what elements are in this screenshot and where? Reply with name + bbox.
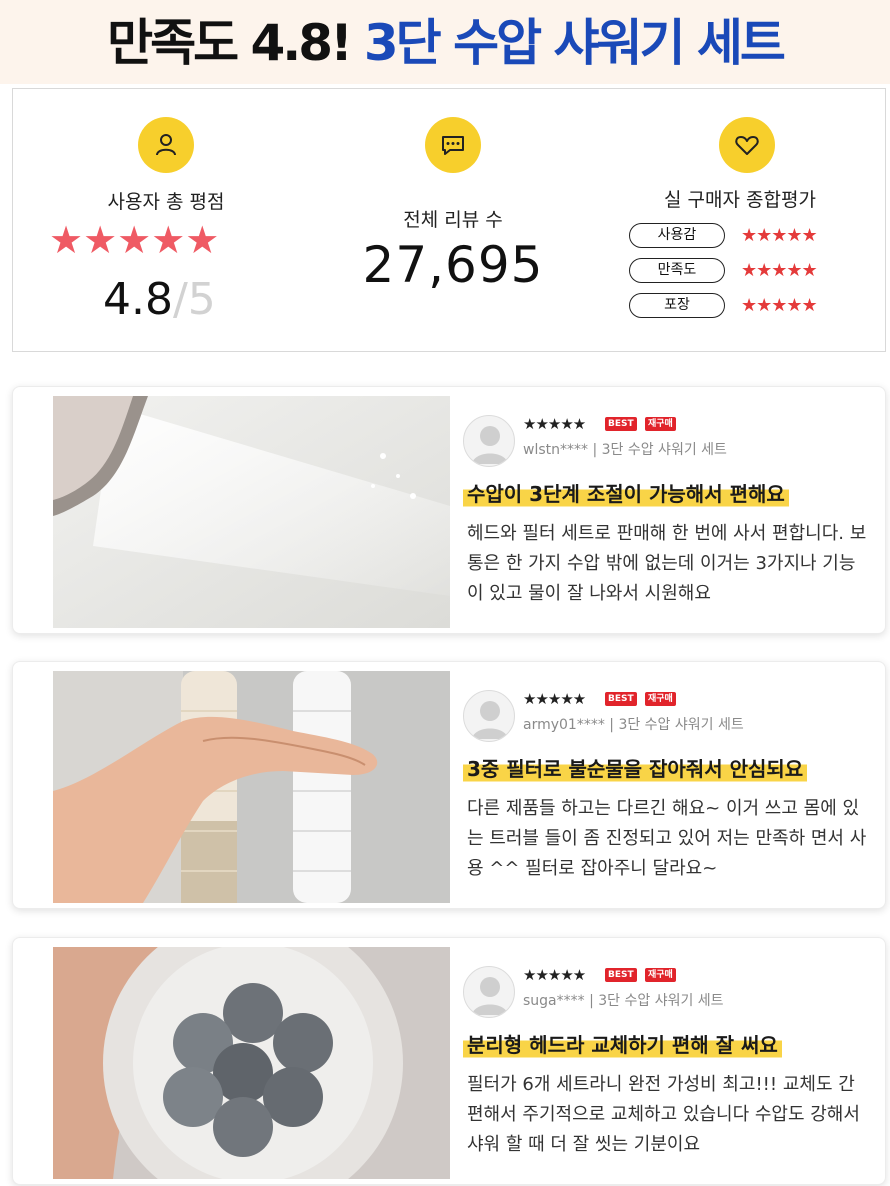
eval-stars: ★★★★★ xyxy=(741,225,818,246)
banner-title-product: 3단 수압 샤워기 세트 xyxy=(363,14,786,72)
heart-icon xyxy=(719,117,775,173)
user-icon xyxy=(138,117,194,173)
review-headline: 3중 필터로 불순물을 잡아줘서 안심되요 xyxy=(463,754,808,784)
review-stars: ★★★★★ xyxy=(523,966,586,984)
repurchase-badge: 재구매 xyxy=(645,692,676,706)
review-body: 필터가 6개 세트라니 완전 가성비 최고!!! 교체도 간편해서 주기적으로 … xyxy=(467,1074,860,1155)
review-stars: ★★★★★ xyxy=(523,415,586,433)
review-body: 다른 제품들 하고는 다르긴 해요~ 이거 쓰고 몸에 있는 트러블 들이 좀 … xyxy=(467,798,867,879)
review-info: ★★★★★ BEST 재구매 suga**** | 3단 수압 샤워기 세트 분… xyxy=(463,966,883,1176)
rating-summary-panel: 사용자 총 평점 ★★★★★ 4.8/5 전체 리뷰 수 27,695 실 구매… xyxy=(12,88,886,352)
avatar-icon xyxy=(463,966,515,1018)
chat-icon xyxy=(425,117,481,173)
buyer-evaluation-label: 실 구매자 종합평가 xyxy=(664,189,816,211)
review-card[interactable]: ★★★★★ BEST 재구매 army01**** | 3단 수압 샤워기 세트… xyxy=(12,661,886,909)
review-photo-shower-spray xyxy=(53,396,450,628)
total-reviews-label: 전체 리뷰 수 xyxy=(403,209,503,231)
eval-label-pill: 사용감 xyxy=(629,223,725,248)
user-rating-section: 사용자 총 평점 ★★★★★ 4.8/5 xyxy=(43,89,289,353)
eval-row-satisfaction: 만족도 ★★★★★ xyxy=(629,258,869,284)
review-user: army01**** | 3단 수압 샤워기 세트 xyxy=(523,717,744,733)
score-max: /5 xyxy=(172,274,216,325)
title-banner: 만족도 4.8! 3단 수압 샤워기 세트 xyxy=(0,0,890,84)
eval-label-pill: 만족도 xyxy=(629,258,725,283)
avatar-icon xyxy=(463,690,515,742)
review-photo-filter-balls xyxy=(53,947,450,1179)
review-headline: 분리형 헤드라 교체하기 편해 잘 써요 xyxy=(463,1030,782,1060)
review-user: wlstn**** | 3단 수압 샤워기 세트 xyxy=(523,442,727,458)
user-rating-label: 사용자 총 평점 xyxy=(107,191,225,213)
repurchase-badge: 재구매 xyxy=(645,417,676,431)
eval-stars: ★★★★★ xyxy=(741,260,818,281)
total-reviews-count: 27,695 xyxy=(362,236,544,294)
user-rating-stars: ★★★★★ xyxy=(49,218,220,262)
review-body: 헤드와 필터 세트로 판매해 한 번에 사서 편합니다. 보통은 한 가지 수압… xyxy=(467,523,867,604)
review-card[interactable]: ★★★★★ BEST 재구매 suga**** | 3단 수압 샤워기 세트 분… xyxy=(12,937,886,1185)
best-badge: BEST xyxy=(605,692,637,706)
repurchase-badge: 재구매 xyxy=(645,968,676,982)
buyer-evaluation-section: 실 구매자 종합평가 사용감 ★★★★★ 만족도 ★★★★★ 포장 ★★★★★ xyxy=(615,89,865,353)
review-info: ★★★★★ BEST 재구매 wlstn**** | 3단 수압 샤워기 세트 … xyxy=(463,415,883,625)
best-badge: BEST xyxy=(605,417,637,431)
eval-row-packaging: 포장 ★★★★★ xyxy=(629,293,869,319)
review-info: ★★★★★ BEST 재구매 army01**** | 3단 수압 샤워기 세트… xyxy=(463,690,883,900)
review-stars: ★★★★★ xyxy=(523,690,586,708)
review-headline: 수압이 3단계 조절이 가능해서 편해요 xyxy=(463,479,789,509)
score-value: 4.8 xyxy=(103,274,173,325)
user-rating-score: 4.8/5 xyxy=(103,273,216,327)
total-reviews-section: 전체 리뷰 수 27,695 xyxy=(333,89,573,353)
product-review-page: 만족도 4.8! 3단 수압 샤워기 세트 사용자 총 평점 ★★★★★ 4.8/… xyxy=(0,0,890,1186)
eval-row-usability: 사용감 ★★★★★ xyxy=(629,223,869,249)
avatar-icon xyxy=(463,415,515,467)
eval-label-pill: 포장 xyxy=(629,293,725,318)
review-card[interactable]: ★★★★★ BEST 재구매 wlstn**** | 3단 수압 샤워기 세트 … xyxy=(12,386,886,634)
review-photo-filters-in-hand xyxy=(53,671,450,903)
best-badge: BEST xyxy=(605,968,637,982)
banner-title: 만족도 4.8! 3단 수압 샤워기 세트 xyxy=(0,8,890,78)
banner-title-rating: 만족도 4.8! xyxy=(107,14,353,72)
review-user: suga**** | 3단 수압 샤워기 세트 xyxy=(523,993,724,1009)
eval-stars: ★★★★★ xyxy=(741,295,818,316)
